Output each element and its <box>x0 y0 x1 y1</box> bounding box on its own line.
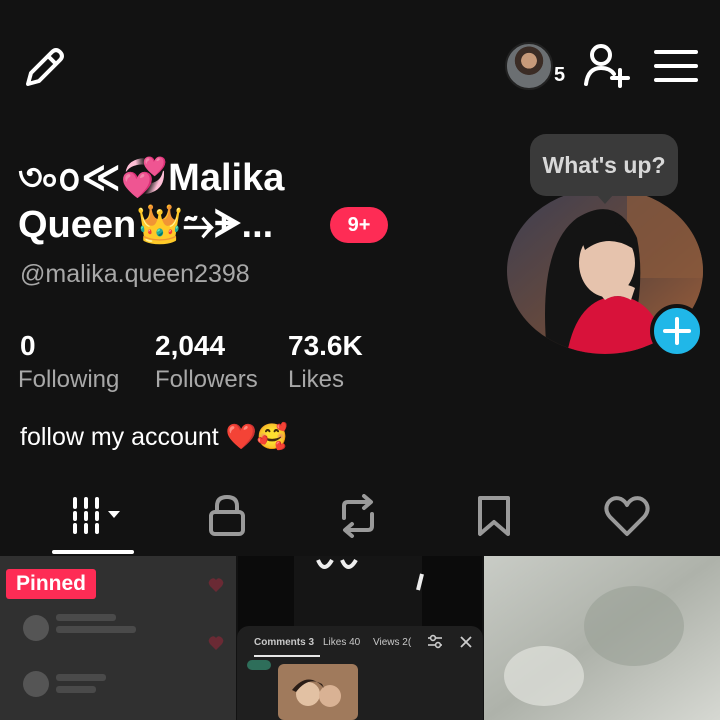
tab-reposts[interactable] <box>336 494 380 538</box>
comments-tab-underline <box>254 655 320 657</box>
menu-button[interactable] <box>654 46 698 86</box>
likes-count[interactable]: 73.6K <box>288 330 363 362</box>
profile-view-count: 5 <box>554 64 566 86</box>
status-bubble[interactable]: What's up? <box>530 134 678 196</box>
tab-videos[interactable] <box>70 494 120 538</box>
tab-liked[interactable] <box>604 494 650 538</box>
bookmark-icon <box>478 496 510 536</box>
likes-label[interactable]: Likes <box>288 366 344 394</box>
hamburger-menu-icon <box>654 50 698 82</box>
notification-badge[interactable]: 9+ <box>330 207 388 243</box>
edit-profile-button[interactable] <box>20 42 70 92</box>
comments-count-tab[interactable]: Comments 3 <box>254 637 314 648</box>
filter-icon[interactable] <box>426 634 444 650</box>
comment-photo <box>278 664 358 720</box>
add-story-button[interactable] <box>650 304 704 358</box>
followers-count[interactable]: 2,044 <box>155 330 225 362</box>
tab-favorites[interactable] <box>472 494 516 538</box>
lock-icon <box>209 494 245 536</box>
video-thumbnail <box>484 556 720 720</box>
heart-icon <box>604 496 650 536</box>
profile-viewer-avatar[interactable] <box>505 42 553 90</box>
active-tab-indicator <box>52 550 134 554</box>
tab-private[interactable] <box>205 494 249 538</box>
followers-label[interactable]: Followers <box>155 366 258 394</box>
display-name-line2[interactable]: Queen👑⥲ᗘ... <box>18 203 273 247</box>
grid-icon <box>73 497 120 534</box>
video-tile-3[interactable] <box>484 556 720 720</box>
username: @malika.queen2398 <box>20 260 250 288</box>
views-count-tab[interactable]: Views 2( <box>373 637 411 648</box>
chevron-down-icon <box>108 511 120 518</box>
repost-icon <box>342 494 374 538</box>
close-icon[interactable] <box>458 634 474 650</box>
comment-avatar-ring <box>247 660 271 670</box>
pencil-icon <box>26 48 64 86</box>
status-bubble-tail <box>596 194 614 204</box>
plus-icon <box>663 317 691 345</box>
following-label[interactable]: Following <box>18 366 119 394</box>
add-user-icon <box>584 44 630 88</box>
add-friend-button[interactable] <box>584 42 634 90</box>
likes-count-tab[interactable]: Likes 40 <box>323 637 360 648</box>
pinned-badge: Pinned <box>6 569 97 599</box>
following-count[interactable]: 0 <box>20 330 36 362</box>
bio-text: follow my account ❤️🥰 <box>20 423 288 451</box>
